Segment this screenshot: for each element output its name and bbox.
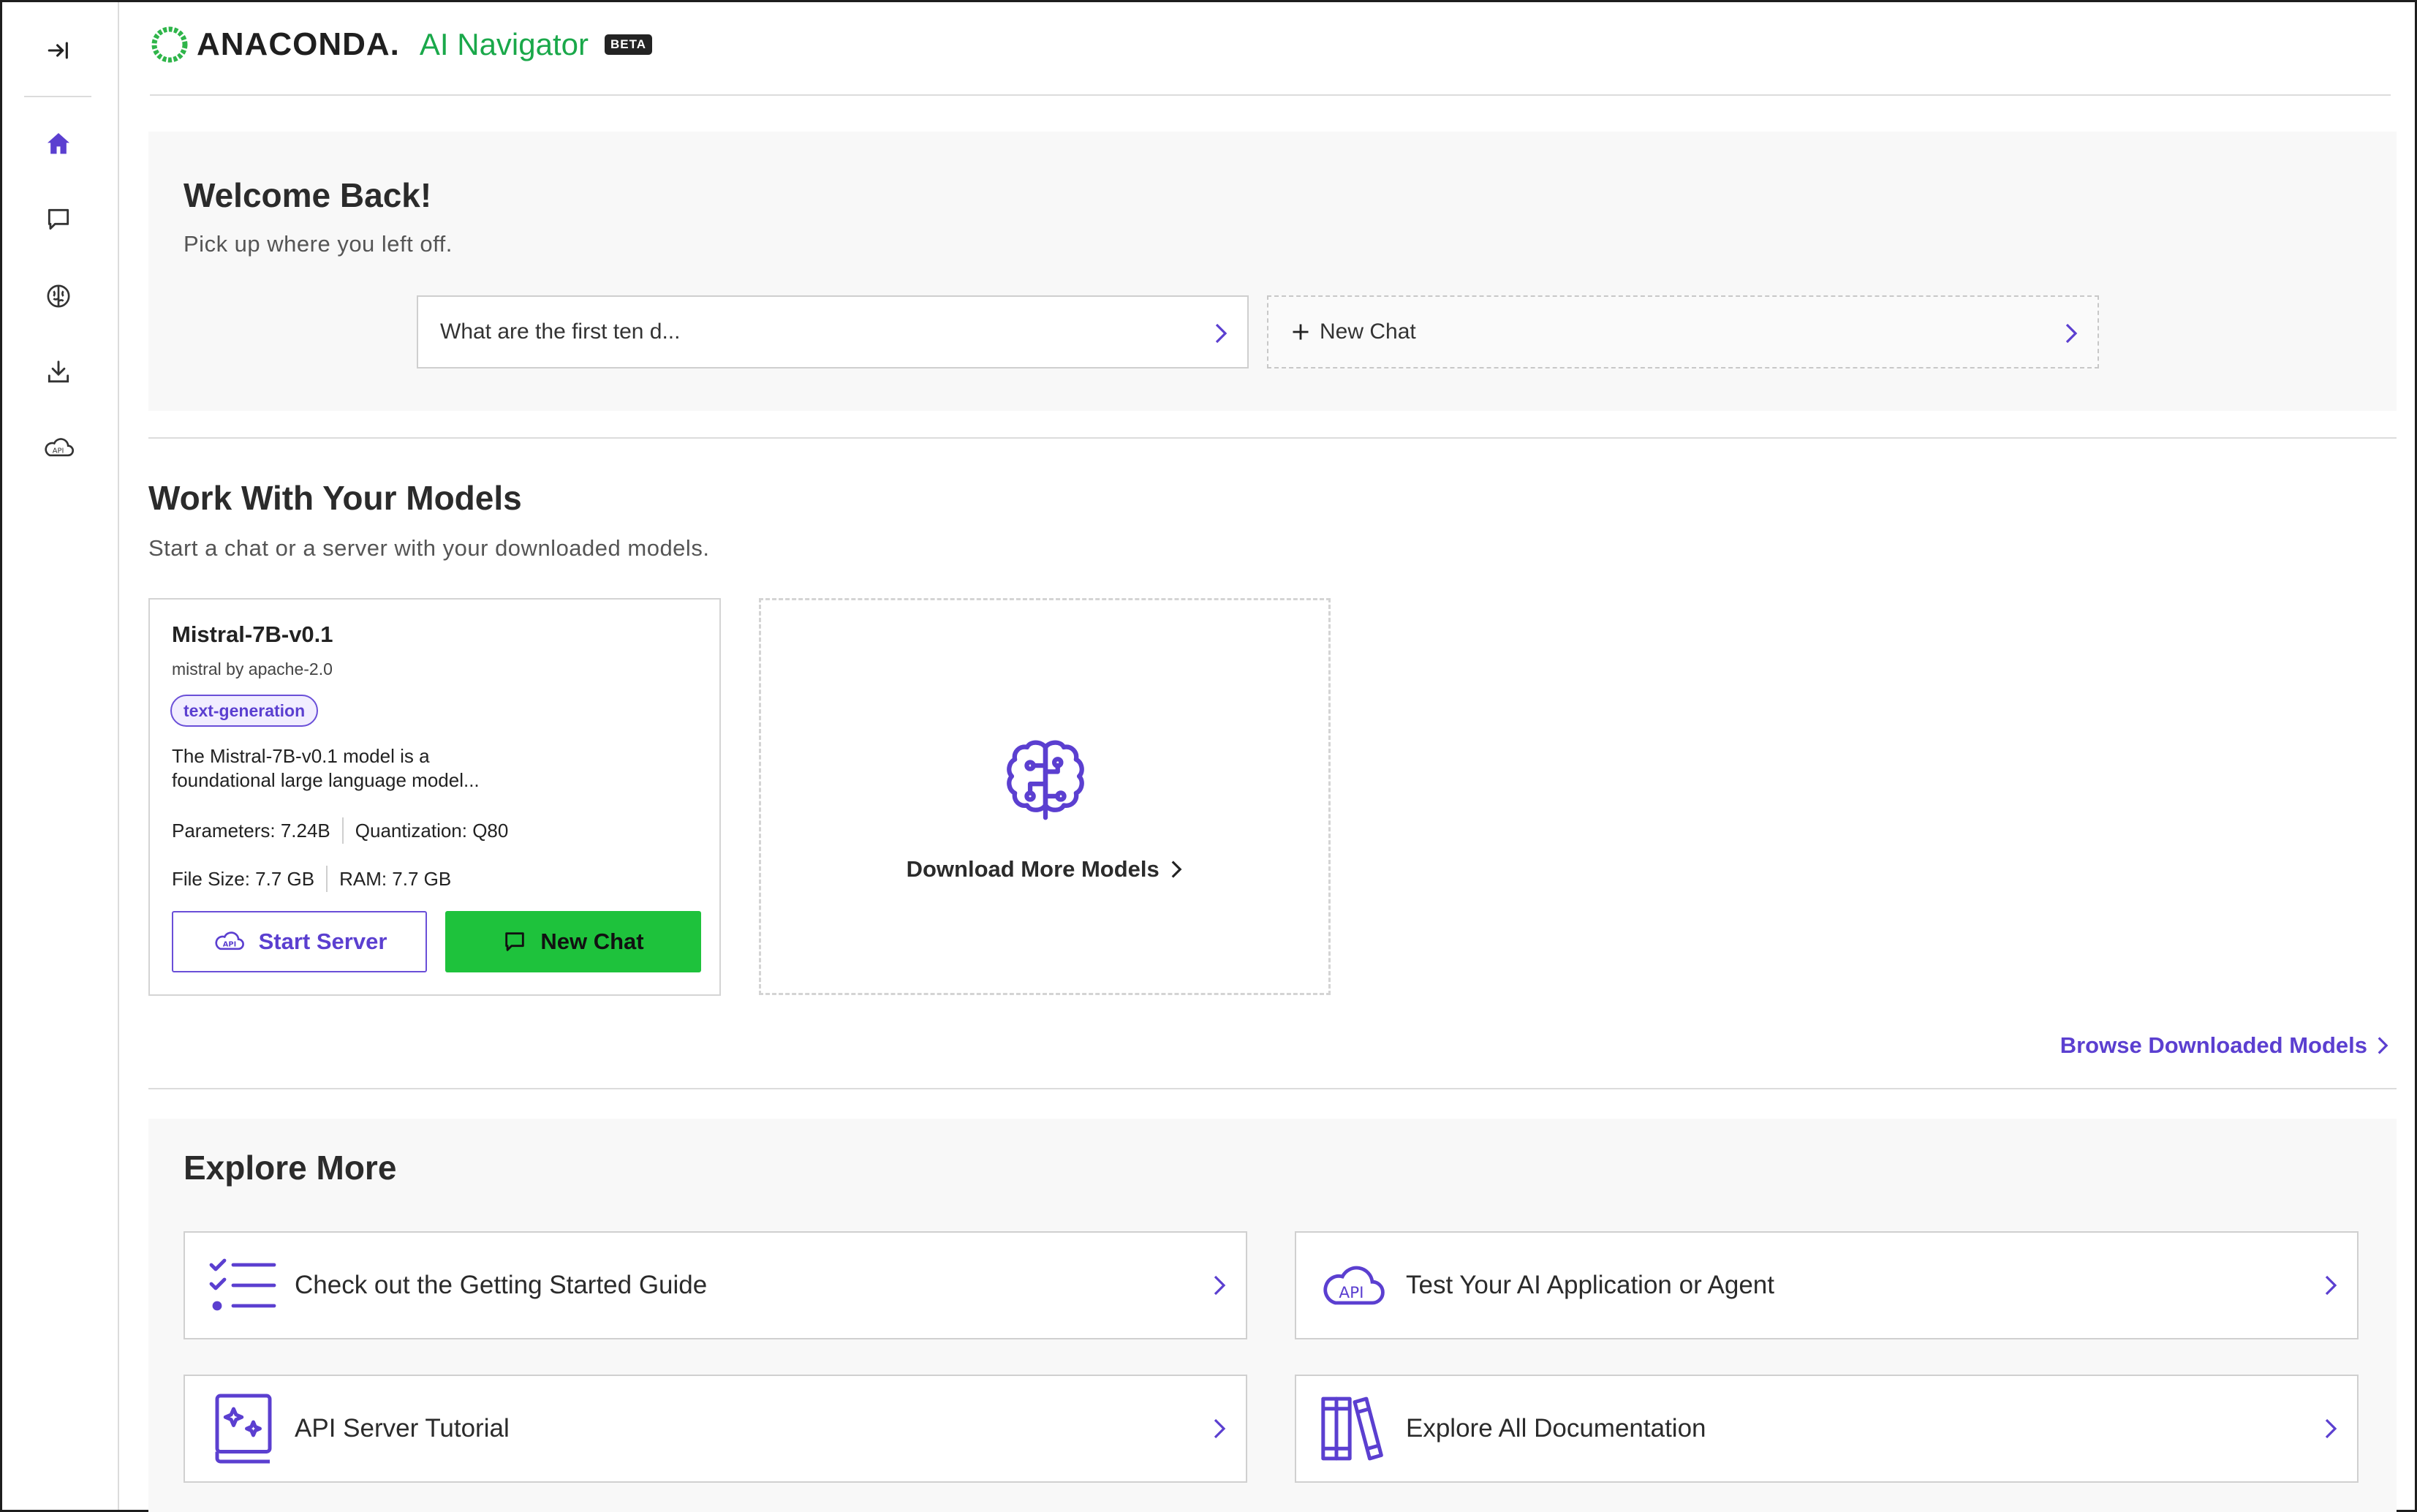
chevron-right-icon [2325,1275,2337,1296]
stat-divider [341,817,344,844]
sidebar-item-home[interactable] [35,121,82,167]
chevron-right-icon [1214,1418,1226,1439]
section-divider [148,437,2397,439]
svg-text:API: API [222,941,235,949]
welcome-title: Welcome Back! [184,176,432,214]
model-stats-row-2: File Size: 7.7 GB RAM: 7.7 GB [172,866,451,892]
chevron-right-icon [2065,323,2078,344]
beta-badge: BETA [605,34,653,55]
start-server-label: Start Server [258,929,387,954]
getting-started-guide-card[interactable]: Check out the Getting Started Guide [184,1231,1247,1339]
test-ai-application-label: Test Your AI Application or Agent [1406,1271,1774,1299]
sidebar: API [2,2,119,1510]
model-quantization: Quantization: Q80 [355,819,509,842]
download-more-models-card[interactable]: Download More Models [759,598,1331,995]
explore-documentation-card[interactable]: Explore All Documentation [1295,1375,2359,1483]
start-server-button[interactable]: API Start Server [172,911,427,972]
chevron-right-icon [2378,1037,2388,1054]
stat-divider [326,866,328,892]
test-ai-application-card[interactable]: API Test Your AI Application or Agent [1295,1231,2359,1339]
download-icon [48,360,69,383]
model-parameters: Parameters: 7.24B [172,819,330,842]
chevron-right-icon [1214,1275,1226,1296]
tutorial-book-icon [207,1392,280,1465]
brain-circuit-icon [1007,740,1084,820]
browse-downloaded-models-label: Browse Downloaded Models [2059,1032,2367,1058]
download-more-text: Download More Models [906,856,1160,882]
explore-section: Explore More Check out the Getting Start… [148,1119,2397,1512]
explore-title: Explore More [184,1149,397,1187]
anaconda-ring-icon [151,26,188,63]
model-card: Mistral-7B-v0.1 mistral by apache-2.0 te… [148,598,721,996]
model-ram: RAM: 7.7 GB [339,867,452,890]
welcome-subtitle: Pick up where you left off. [184,231,453,257]
getting-started-guide-label: Check out the Getting Started Guide [295,1271,708,1299]
brand-name: ANACONDA [197,26,390,62]
chevron-right-icon [2325,1418,2337,1439]
recent-chat-card[interactable]: What are the first ten d... [417,295,1249,368]
svg-text:API: API [53,447,64,456]
sidebar-item-chat[interactable] [35,196,82,243]
chevron-right-icon [1172,861,1182,878]
model-file-size: File Size: 7.7 GB [172,867,315,890]
model-name: Mistral-7B-v0.1 [172,621,333,647]
model-description: The Mistral-7B-v0.1 model is a foundatio… [172,745,480,791]
brain-icon [47,284,70,308]
chevron-right-icon [1215,323,1228,344]
brand-dot: . [390,26,399,62]
model-publisher: mistral by apache-2.0 [172,659,333,678]
api-cloud-icon: API [1318,1249,1391,1322]
section-divider [148,1088,2397,1089]
model-new-chat-label: New Chat [540,929,644,954]
sidebar-item-downloads[interactable] [35,349,82,396]
models-subtitle: Start a chat or a server with your downl… [148,535,710,561]
model-stats-row-1: Parameters: 7.24B Quantization: Q80 [172,817,508,844]
sidebar-item-api-server[interactable]: API [35,425,82,472]
anaconda-logo[interactable]: ANACONDA. AI Navigator BETA [150,24,653,65]
svg-text:API: API [1339,1284,1363,1302]
checklist-icon [207,1249,280,1322]
models-title: Work With Your Models [148,479,522,517]
api-cloud-icon: API [215,931,244,950]
top-header: ANACONDA. AI Navigator BETA [150,2,2391,96]
api-server-tutorial-card[interactable]: API Server Tutorial [184,1375,1247,1483]
sidebar-separator [24,96,91,97]
new-chat-card-label: New Chat [1320,320,1416,344]
home-icon [48,133,69,154]
api-cloud-icon: API [45,438,75,457]
collapse-icon [48,42,68,59]
chat-icon [505,932,525,951]
recent-chat-label: What are the first ten d... [440,320,681,344]
explore-documentation-label: Explore All Documentation [1406,1414,1706,1443]
sidebar-collapse-button[interactable] [35,27,82,74]
api-server-tutorial-label: API Server Tutorial [295,1414,510,1443]
download-more-models-label: Download More Models [761,856,1328,882]
plus-icon [1293,324,1309,340]
welcome-section: Welcome Back! Pick up where you left off… [148,132,2397,411]
books-icon [1318,1392,1391,1465]
product-name: AI Navigator [419,27,589,61]
model-task-tag: text-generation [170,695,319,727]
new-chat-card[interactable]: New Chat [1267,295,2099,368]
sidebar-item-models[interactable] [35,273,82,320]
chat-icon [48,208,69,230]
model-new-chat-button[interactable]: New Chat [445,911,701,972]
browse-downloaded-models-link[interactable]: Browse Downloaded Models [2060,1032,2389,1059]
